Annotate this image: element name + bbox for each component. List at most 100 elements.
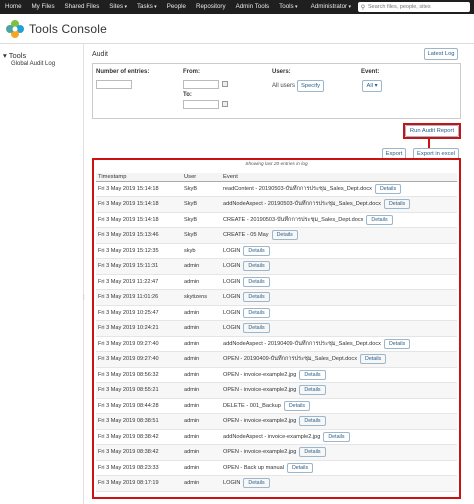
nav-item-1[interactable]: My Files	[27, 0, 60, 14]
table-row: Fri 3 May 2019 08:38:42 admin addNodeAspec…	[96, 429, 457, 445]
table-row: Fri 3 May 2019 09:27:40 admin OPEN - 20190…	[96, 351, 457, 368]
event-cell: OPEN - invoice-example2.jpg Details	[221, 367, 457, 383]
table-header-row: Timestamp User Event	[96, 173, 457, 182]
event-text: CREATE - 05 May	[223, 232, 269, 239]
user-header: User	[182, 173, 221, 182]
timestamp-cell: Fri 3 May 2019 09:27:40	[96, 351, 182, 368]
event-cell: OPEN - invoice-example2.jpg Details	[221, 413, 457, 430]
from-calendar-icon[interactable]	[222, 81, 228, 87]
event-cell: addNodeAspect - 20190503-บันทึกการประชุม…	[221, 196, 457, 213]
timestamp-cell: Fri 3 May 2019 08:17:19	[96, 475, 182, 492]
user-cell: admin	[182, 274, 221, 290]
details-button[interactable]: Details	[243, 276, 270, 287]
timestamp-cell: Fri 3 May 2019 15:14:18	[96, 212, 182, 228]
timestamp-cell: Fri 3 May 2019 10:24:21	[96, 320, 182, 337]
user-menu[interactable]: Administrator	[306, 0, 356, 14]
specify-users-button[interactable]: Specify	[297, 80, 324, 92]
details-button[interactable]: Details	[299, 416, 326, 427]
details-button[interactable]: Details	[243, 245, 270, 256]
table-row: Fri 3 May 2019 08:44:28 admin DELETE - 001…	[96, 398, 457, 414]
details-button[interactable]: Details	[360, 354, 387, 365]
nav-item-0[interactable]: Home	[0, 0, 27, 14]
entries-input[interactable]	[96, 80, 132, 89]
user-cell: admin	[182, 413, 221, 430]
event-cell: CREATE - 20190503-บันทึกการประชุม_Sales_…	[221, 212, 457, 228]
event-text: OPEN - 20190409-บันทึกการประชุม_Sales_De…	[223, 356, 357, 363]
event-cell: DELETE - 001_Backup Details	[221, 398, 457, 414]
user-cell: admin	[182, 351, 221, 368]
table-row: Fri 3 May 2019 15:14:18 SkyB CREATE - 2019…	[96, 212, 457, 228]
alfresco-logo-icon	[6, 20, 24, 38]
user-cell: skytizens	[182, 289, 221, 306]
event-select[interactable]: All ▾	[362, 80, 382, 92]
nav-item-2[interactable]: Shared Files	[60, 0, 105, 14]
details-button[interactable]: Details	[243, 478, 270, 489]
details-button[interactable]: Details	[243, 307, 270, 318]
timestamp-cell: Fri 3 May 2019 08:55:21	[96, 382, 182, 399]
timestamp-cell: Fri 3 May 2019 15:14:18	[96, 196, 182, 213]
table-row: Fri 3 May 2019 08:23:33 admin OPEN - Back …	[96, 460, 457, 476]
all-users-text: All users	[272, 83, 296, 89]
event-text: LOGIN	[223, 278, 241, 285]
event-cell: OPEN - invoice-example2.jpg Details	[221, 444, 457, 461]
event-text: addNodeAspect - invoice-example2.jpg	[223, 433, 321, 440]
details-button[interactable]: Details	[243, 323, 270, 334]
details-button[interactable]: Details	[383, 199, 411, 210]
event-text: addNodeAspect - 20190409-บันทึกการประชุม…	[223, 340, 381, 347]
tools-sidebar: ▾ Tools Global Audit Log ⋮	[0, 44, 87, 504]
table-row: Fri 3 May 2019 11:01:26 skytizens LOGIN Det…	[96, 289, 457, 306]
table-row: Fri 3 May 2019 08:38:51 admin OPEN - invoi…	[96, 413, 457, 430]
details-button[interactable]: Details	[283, 400, 311, 411]
from-label: From:	[183, 69, 200, 75]
event-text: LOGIN	[223, 325, 241, 332]
details-button[interactable]: Details	[374, 183, 402, 194]
details-button[interactable]: Details	[299, 447, 326, 458]
event-cell: LOGIN Details	[221, 274, 457, 290]
user-cell: admin	[182, 305, 221, 321]
log-caption: Showing last 20 entries in log	[245, 162, 308, 167]
latest-log-button[interactable]: Latest Log	[424, 48, 458, 60]
event-text: OPEN - invoice-example2.jpg	[223, 418, 297, 425]
sidebar-resize-handle[interactable]: ⋮	[81, 294, 87, 301]
event-cell: readContent - 20190503-บันทึกการประชุม_S…	[221, 181, 457, 197]
details-button[interactable]: Details	[243, 292, 270, 303]
details-button[interactable]: Details	[299, 369, 326, 380]
details-button[interactable]: Details	[286, 462, 314, 473]
sidebar-item-global-audit-log[interactable]: Global Audit Log	[11, 61, 55, 67]
details-button[interactable]: Details	[323, 431, 350, 442]
event-text: OPEN - invoice-example2.jpg	[223, 387, 297, 394]
expand-triangle-icon[interactable]: ▾	[3, 51, 7, 60]
chevron-down-icon: ▾	[374, 83, 378, 89]
details-button[interactable]: Details	[299, 385, 326, 396]
to-calendar-icon[interactable]	[222, 101, 228, 107]
table-row: Fri 3 May 2019 10:24:21 admin LOGIN Details	[96, 320, 457, 337]
to-label: To:	[183, 92, 192, 98]
nav-item-3[interactable]: Sites	[104, 0, 132, 14]
nav-item-7[interactable]: Admin Tools	[231, 0, 275, 14]
user-cell: SkyB	[182, 181, 221, 197]
nav-item-6[interactable]: Repository	[191, 0, 231, 14]
event-cell: addNodeAspect - invoice-example2.jpg Deta…	[221, 429, 457, 445]
user-cell: admin	[182, 398, 221, 414]
to-date-input[interactable]	[183, 100, 219, 109]
app-title: Tools Console	[29, 22, 107, 36]
from-date-input[interactable]	[183, 80, 219, 89]
user-cell: admin	[182, 258, 221, 275]
details-button[interactable]: Details	[271, 230, 298, 241]
details-button[interactable]: Details	[383, 338, 411, 349]
details-button[interactable]: Details	[243, 261, 270, 272]
timestamp-cell: Fri 3 May 2019 08:56:32	[96, 367, 182, 383]
user-cell: admin	[182, 382, 221, 399]
user-cell: admin	[182, 320, 221, 337]
nav-item-4[interactable]: Tasks	[132, 0, 162, 14]
nav-item-8[interactable]: Tools	[274, 0, 302, 14]
event-select-value: All	[366, 83, 373, 89]
search-box[interactable]: ⚲	[358, 2, 470, 12]
event-text: addNodeAspect - 20190503-บันทึกการประชุม…	[223, 201, 381, 208]
nav-item-5[interactable]: People	[162, 0, 191, 14]
search-input[interactable]	[368, 4, 466, 10]
details-button[interactable]: Details	[366, 214, 393, 225]
sidebar-title: ▾ Tools	[3, 51, 26, 60]
event-cell: CREATE - 05 May Details	[221, 227, 457, 244]
event-text: LOGIN	[223, 247, 241, 254]
